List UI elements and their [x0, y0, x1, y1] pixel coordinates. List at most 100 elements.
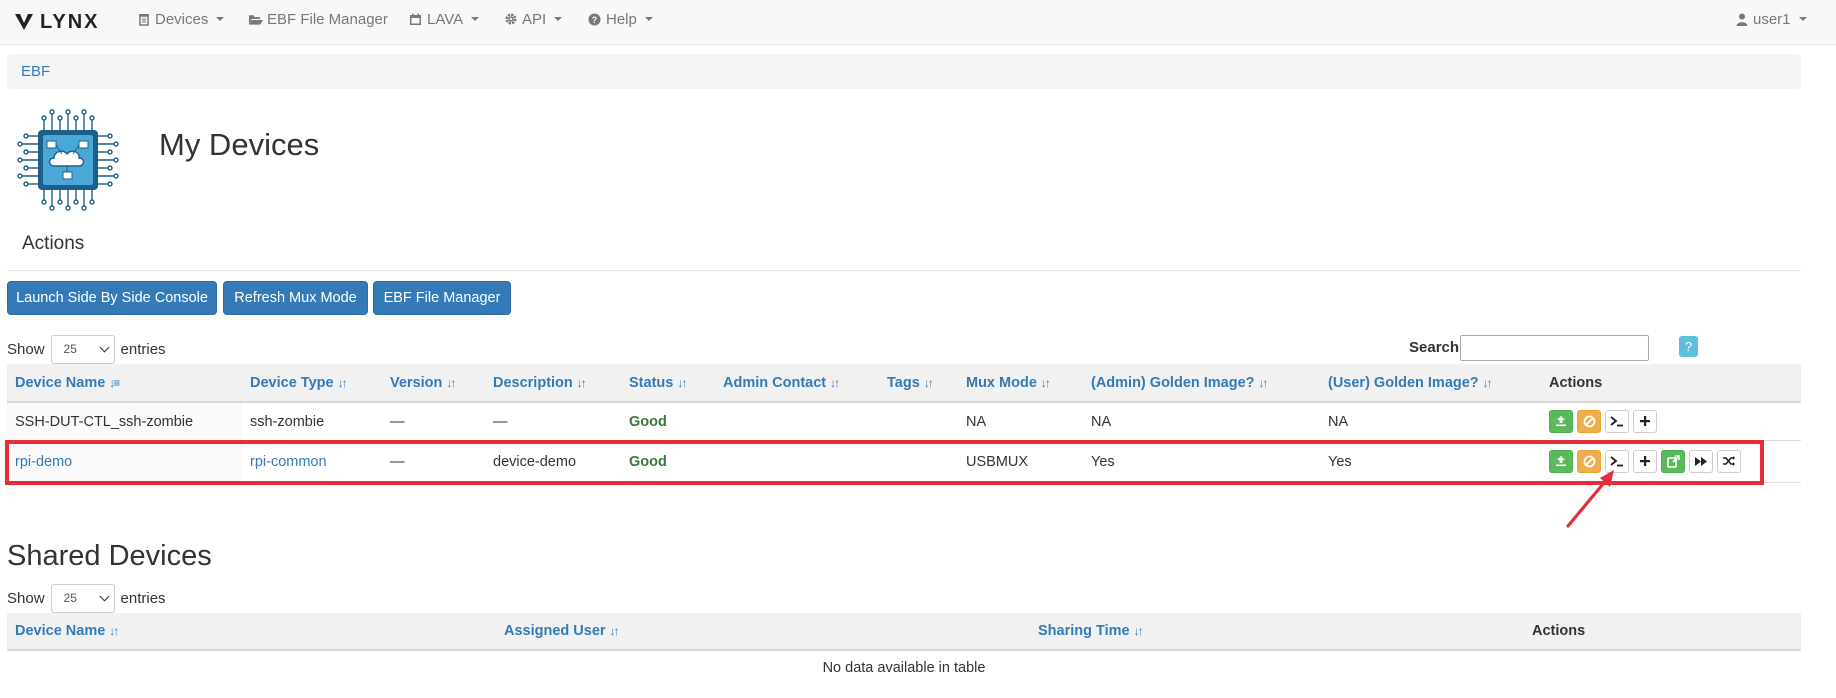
- column-device-type[interactable]: Device Type ↓↑: [250, 364, 348, 401]
- sort-icon: ↓↑: [677, 375, 687, 390]
- sort-icon: ↓↑: [109, 624, 119, 638]
- column-device-name[interactable]: Device Name ↓≡: [15, 364, 120, 401]
- cell-mux-mode: USBMUX: [966, 453, 1029, 470]
- column-label: Device Type: [250, 374, 334, 391]
- nav-ebf-file-manager[interactable]: EBF File Manager: [248, 0, 388, 38]
- user-icon: [1734, 12, 1749, 27]
- sort-icon: ↓↑: [1482, 375, 1493, 390]
- help-button[interactable]: ?: [1679, 336, 1698, 357]
- shuffle-button[interactable]: [1717, 449, 1741, 473]
- column-label: (User) Golden Image?: [1328, 374, 1479, 391]
- nav-api-label: API: [522, 10, 547, 28]
- cell-user-golden-image: Yes: [1328, 453, 1352, 470]
- page-size-select[interactable]: 25: [50, 334, 115, 364]
- column-label: Status: [629, 374, 674, 391]
- my-devices-table-header: Device Name ↓≡ Device Type ↓↑ Version ↓↑…: [7, 364, 1801, 403]
- nav-api-dropdown[interactable]: API: [503, 0, 563, 38]
- cell-description: —: [493, 413, 508, 430]
- column-label: Device Name: [15, 623, 106, 639]
- console-button[interactable]: [1605, 409, 1629, 433]
- breadcrumb: EBF: [7, 54, 1801, 89]
- column-device-name[interactable]: Device Name ↓↑: [15, 613, 119, 649]
- search-input[interactable]: [1460, 335, 1649, 361]
- sort-icon: ↓↑: [1040, 375, 1051, 390]
- cell-device-name: SSH-DUT-CTL_ssh-zombie: [7, 403, 242, 440]
- brand-logo[interactable]: LYNX: [14, 9, 100, 35]
- random-icon: [1723, 456, 1735, 466]
- disable-device-button[interactable]: [1577, 409, 1601, 433]
- nav-user-label: user1: [1753, 10, 1791, 28]
- annotation-arrow-icon: [1566, 470, 1614, 528]
- divider: [7, 270, 1801, 271]
- svg-text:?: ?: [592, 15, 598, 25]
- top-navbar: LYNX Devices EBF File Manager LAVA API ?…: [0, 0, 1836, 45]
- column-actions: Actions: [1532, 613, 1585, 649]
- caret-down-icon: [471, 17, 480, 21]
- folder-open-icon: [248, 12, 263, 27]
- page-title: My Devices: [159, 127, 320, 162]
- column-label: Sharing Time: [1038, 623, 1130, 639]
- upload-icon: [1556, 416, 1566, 427]
- column-admin-golden-image[interactable]: (Admin) Golden Image? ↓↑: [1091, 364, 1269, 401]
- sort-icon: ↓↑: [446, 375, 456, 390]
- column-label: Actions: [1549, 374, 1603, 391]
- column-user-golden-image[interactable]: (User) Golden Image? ↓↑: [1328, 364, 1493, 401]
- terminal-icon: [1610, 416, 1623, 427]
- column-label: Device Name: [15, 374, 106, 391]
- flash-image-button[interactable]: [1549, 409, 1573, 433]
- column-label: Actions: [1532, 623, 1586, 639]
- ban-icon: [1583, 415, 1595, 427]
- device-name-link[interactable]: rpi-demo: [15, 454, 72, 470]
- chevron-down-icon: [99, 591, 109, 601]
- shared-devices-table-header: Device Name ↓↑ Assigned User ↓↑ Sharing …: [7, 613, 1801, 651]
- column-version[interactable]: Version ↓↑: [390, 364, 456, 401]
- actions-heading: Actions: [22, 233, 85, 254]
- nav-lava-dropdown[interactable]: LAVA: [408, 0, 480, 38]
- sort-icon: ↓↑: [923, 375, 934, 390]
- ebf-file-manager-button[interactable]: EBF File Manager: [373, 281, 511, 315]
- column-tags[interactable]: Tags ↓↑: [887, 364, 934, 401]
- column-mux-mode[interactable]: Mux Mode ↓↑: [966, 364, 1051, 401]
- show-label: Show: [7, 340, 45, 358]
- refresh-mux-mode-button[interactable]: Refresh Mux Mode: [223, 281, 368, 315]
- cell-mux-mode: NA: [966, 413, 987, 430]
- sort-icon: ↓↑: [1258, 375, 1269, 390]
- fast-forward-button[interactable]: [1689, 449, 1713, 473]
- sort-icon: ↓↑: [576, 375, 587, 390]
- empty-table-message: No data available in table: [822, 660, 986, 676]
- nav-help-dropdown[interactable]: ? Help: [587, 0, 653, 38]
- column-label: Tags: [887, 374, 920, 391]
- nav-devices-label: Devices: [155, 10, 209, 28]
- share-device-button[interactable]: [1661, 449, 1685, 473]
- device-type-link[interactable]: rpi-common: [250, 454, 327, 470]
- table-row: SSH-DUT-CTL_ssh-zombie ssh-zombie — — Go…: [7, 403, 1801, 441]
- page-size-select[interactable]: 25: [50, 583, 115, 613]
- nav-devices-dropdown[interactable]: Devices: [136, 0, 225, 38]
- search-label: Search: [1409, 339, 1460, 356]
- column-label: Mux Mode: [966, 374, 1037, 391]
- column-assigned-user[interactable]: Assigned User ↓↑: [504, 613, 620, 649]
- trash-icon: [136, 12, 151, 27]
- shared-devices-title: Shared Devices: [7, 540, 212, 572]
- caret-down-icon: [1798, 17, 1807, 21]
- cell-version: —: [390, 453, 405, 470]
- breadcrumb-ebf-link[interactable]: EBF: [21, 63, 50, 80]
- caret-down-icon: [554, 17, 563, 21]
- cell-user-golden-image: NA: [1328, 413, 1349, 430]
- launch-side-by-side-console-button[interactable]: Launch Side By Side Console: [7, 281, 217, 315]
- column-description[interactable]: Description ↓↑: [493, 364, 587, 401]
- cell-device-type: rpi-common: [250, 441, 327, 482]
- column-sharing-time[interactable]: Sharing Time ↓↑: [1038, 613, 1144, 649]
- column-status[interactable]: Status ↓↑: [629, 364, 687, 401]
- sort-icon: ↓↑: [609, 624, 620, 638]
- nav-user-dropdown[interactable]: user1: [1734, 0, 1807, 38]
- sort-icon: ↓↑: [1133, 624, 1144, 638]
- column-admin-contact[interactable]: Admin Contact ↓↑: [723, 364, 840, 401]
- entries-label: entries: [120, 340, 166, 358]
- cell-status: Good: [629, 453, 667, 470]
- device-chip-icon: [17, 109, 119, 211]
- question-circle-icon: ?: [587, 12, 602, 27]
- caret-down-icon: [644, 17, 653, 21]
- add-button[interactable]: [1633, 409, 1657, 433]
- share-icon: [1666, 454, 1680, 468]
